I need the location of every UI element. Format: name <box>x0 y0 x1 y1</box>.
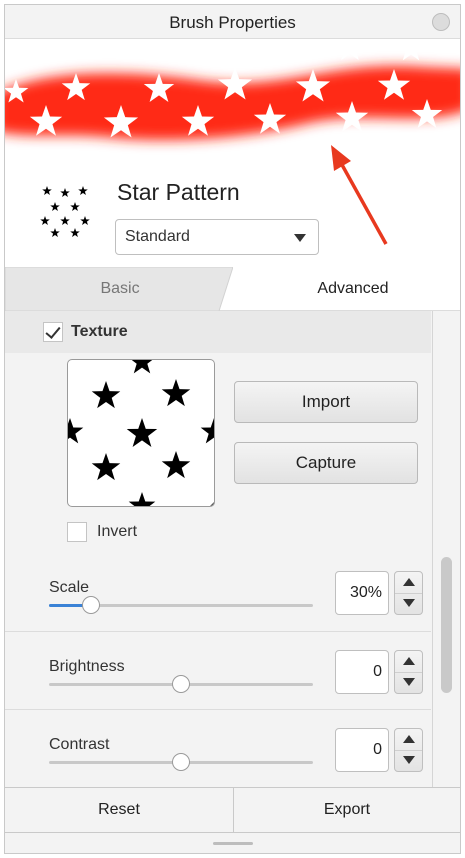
brush-mode-value: Standard <box>125 228 190 245</box>
scale-label: Scale <box>49 579 90 596</box>
texture-label: Texture <box>71 323 128 340</box>
brightness-label: Brightness <box>49 658 125 675</box>
contrast-label: Contrast <box>49 736 110 753</box>
texture-swatch[interactable] <box>67 359 215 507</box>
brightness-slider-knob[interactable] <box>172 675 190 693</box>
arrow-down-icon[interactable] <box>403 678 415 686</box>
scale-value-field[interactable]: 30% <box>335 571 389 615</box>
tab-bar: Basic Advanced <box>5 267 460 311</box>
tab-basic-label: Basic <box>100 280 140 297</box>
brush-preview: Star Pattern Standard <box>5 39 460 271</box>
capture-button[interactable]: Capture <box>234 442 418 484</box>
tab-advanced-label: Advanced <box>317 280 389 297</box>
arrow-down-icon[interactable] <box>403 599 415 607</box>
grip-bar <box>213 842 253 845</box>
chevron-down-icon <box>294 234 306 242</box>
texture-pattern-image <box>68 360 214 506</box>
invert-checkbox[interactable] <box>67 522 87 542</box>
annotation-arrow <box>331 145 388 245</box>
texture-section-header: Texture <box>5 311 431 353</box>
scrollbar-thumb[interactable] <box>441 557 452 693</box>
vertical-scrollbar[interactable] <box>432 311 460 787</box>
resize-grip-icon[interactable] <box>5 833 460 853</box>
contrast-value-field[interactable]: 0 <box>335 728 389 772</box>
arrow-up-icon[interactable] <box>403 578 415 586</box>
window-title: Brush Properties <box>169 13 296 32</box>
reset-button[interactable]: Reset <box>5 788 233 832</box>
scale-slider-knob[interactable] <box>82 596 101 614</box>
stepper-divider <box>395 593 422 594</box>
close-icon[interactable] <box>432 13 450 31</box>
import-button[interactable]: Import <box>234 381 418 423</box>
advanced-settings: Texture Import Capture Invert Scale 30% … <box>5 311 460 787</box>
stepper-divider <box>395 672 422 673</box>
arrow-down-icon[interactable] <box>403 756 415 764</box>
brightness-stepper[interactable] <box>394 650 423 694</box>
brush-properties-panel: Brush Properties Star Pattern Standard B… <box>4 4 461 854</box>
scale-row: Scale 30% <box>5 553 431 631</box>
arrow-up-icon[interactable] <box>403 657 415 665</box>
scale-stepper[interactable] <box>394 571 423 615</box>
footer-bar: Reset Export <box>5 787 460 833</box>
contrast-stepper[interactable] <box>394 728 423 772</box>
brush-thumbnail-icon <box>40 186 90 237</box>
contrast-slider-knob[interactable] <box>172 753 190 771</box>
title-bar: Brush Properties <box>5 5 460 39</box>
export-button[interactable]: Export <box>234 788 460 832</box>
stepper-divider <box>395 750 422 751</box>
texture-checkbox[interactable] <box>43 322 63 342</box>
invert-label: Invert <box>97 523 138 540</box>
brush-name: Star Pattern <box>117 179 240 205</box>
tab-advanced[interactable]: Advanced <box>233 267 460 311</box>
brightness-row: Brightness 0 <box>5 631 431 709</box>
arrow-up-icon[interactable] <box>403 735 415 743</box>
contrast-row: Contrast 0 <box>5 709 431 787</box>
brush-mode-dropdown[interactable]: Standard <box>115 219 319 255</box>
brightness-value-field[interactable]: 0 <box>335 650 389 694</box>
tab-basic[interactable]: Basic <box>5 267 233 311</box>
